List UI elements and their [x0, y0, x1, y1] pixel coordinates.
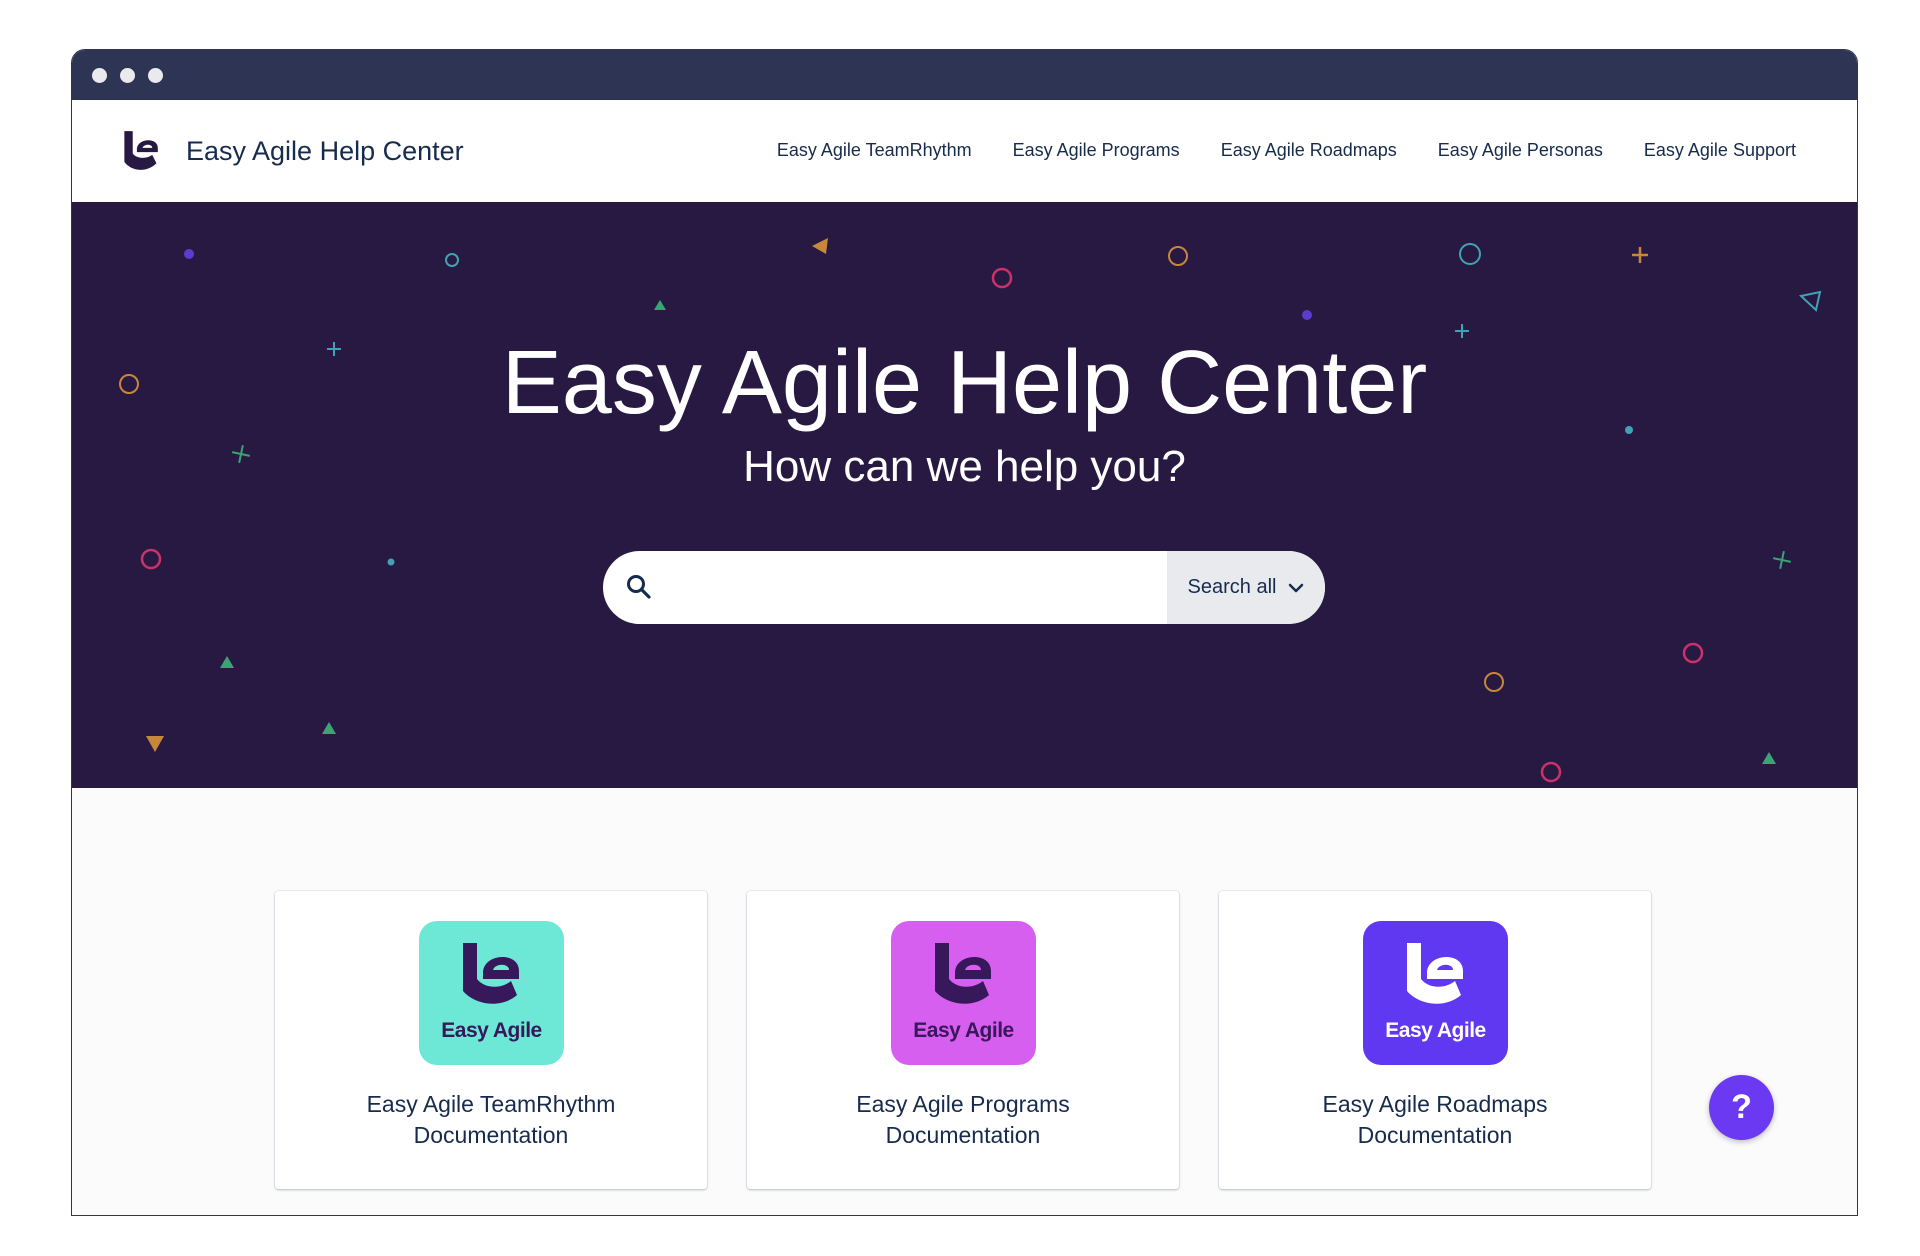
top-nav: Easy Agile TeamRhythm Easy Agile Program… [777, 140, 1796, 161]
teamrhythm-logo-text: Easy Agile [441, 1019, 542, 1042]
teamrhythm-logo-icon [463, 943, 519, 1004]
roadmaps-logo-tile: Easy Agile [1363, 921, 1508, 1065]
search-icon [627, 575, 651, 599]
easy-agile-logo-icon[interactable] [116, 124, 162, 176]
nav-link-programs[interactable]: Easy Agile Programs [1013, 140, 1180, 161]
card-programs[interactable]: Easy Agile Easy Agile Programs Documenta… [747, 891, 1179, 1189]
card-title-teamrhythm: Easy Agile TeamRhythm Documentation [366, 1091, 616, 1148]
roadmaps-logo-icon [1407, 943, 1463, 1004]
window-dot-maximize[interactable] [148, 68, 163, 83]
search-scope-dropdown[interactable]: Search all [1167, 551, 1325, 624]
window-titlebar [72, 50, 1857, 100]
nav-link-personas[interactable]: Easy Agile Personas [1438, 140, 1603, 161]
card-roadmaps[interactable]: Easy Agile Easy Agile Roadmaps Documenta… [1219, 891, 1651, 1189]
help-button[interactable]: ? [1709, 1075, 1774, 1140]
nav-link-support[interactable]: Easy Agile Support [1644, 140, 1796, 161]
card-teamrhythm[interactable]: Easy Agile Easy Agile TeamRhythm Documen… [275, 891, 707, 1189]
programs-logo-text: Easy Agile [913, 1019, 1014, 1042]
search-scope-label: Search all [1187, 576, 1277, 598]
programs-logo-icon [935, 943, 991, 1004]
hero-banner: Easy Agile Help Center How can we help y… [72, 202, 1857, 788]
search-bar: Search all [603, 551, 1325, 624]
browser-window: Easy Agile Help Center Easy Agile TeamRh… [71, 49, 1858, 1216]
nav-link-teamrhythm[interactable]: Easy Agile TeamRhythm [777, 140, 972, 161]
window-dot-minimize[interactable] [120, 68, 135, 83]
card-title-programs: Easy Agile Programs Documentation [856, 1091, 1070, 1148]
site-header: Easy Agile Help Center Easy Agile TeamRh… [72, 100, 1857, 202]
confetti-decoration [119, 238, 1822, 783]
teamrhythm-logo-tile: Easy Agile [419, 921, 564, 1065]
product-cards: Easy Agile Easy Agile TeamRhythm Documen… [275, 891, 1651, 1189]
site-brand[interactable]: Easy Agile Help Center [186, 136, 464, 167]
roadmaps-logo-text: Easy Agile [1385, 1019, 1486, 1042]
window-dot-close[interactable] [92, 68, 107, 83]
hero-title: Easy Agile Help Center [501, 333, 1428, 433]
card-title-roadmaps: Easy Agile Roadmaps Documentation [1322, 1091, 1548, 1148]
nav-link-roadmaps[interactable]: Easy Agile Roadmaps [1221, 140, 1397, 161]
search-input[interactable] [669, 551, 1149, 624]
programs-logo-tile: Easy Agile [891, 921, 1036, 1065]
hero-subtitle: How can we help you? [743, 442, 1186, 491]
chevron-down-icon [1289, 583, 1304, 592]
